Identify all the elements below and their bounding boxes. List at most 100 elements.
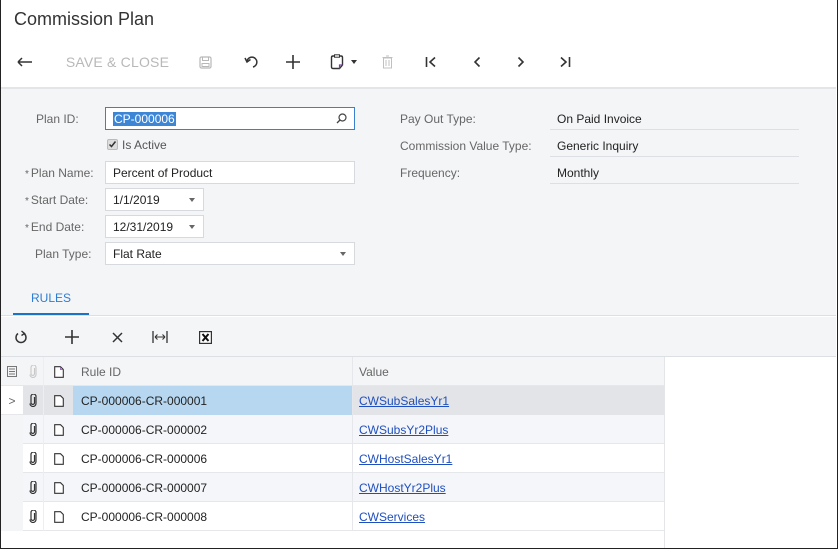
value-cell[interactable]: CWServices [352,502,664,531]
previous-record-icon [473,56,481,68]
trash-icon [382,55,392,69]
note-icon [53,394,64,407]
paperclip-icon [29,365,37,378]
excel-export-icon [198,330,212,344]
close-icon [111,331,123,343]
first-record-icon [425,56,436,68]
plus-icon [65,330,79,344]
plan-type-label: Plan Type: [35,247,92,261]
chevron-down-icon[interactable] [189,198,195,202]
value-link[interactable]: CWSubsYr2Plus [359,423,448,437]
undo-button[interactable] [240,48,262,76]
table-row[interactable]: CP-000006-CR-000006 CWHostSalesYr1 [1,444,664,473]
value-cell[interactable]: CWSubSalesYr1 [352,386,664,415]
end-date-label-text: End Date: [30,220,85,234]
attachment-cell[interactable] [23,415,43,444]
is-active-label: Is Active [122,138,167,152]
chevron-down-icon[interactable] [189,225,195,229]
row-indicator [1,502,23,531]
required-marker: * [25,169,29,180]
note-cell[interactable] [43,473,73,502]
start-date-field[interactable]: 1/1/2019 [105,188,204,211]
note-cell[interactable] [43,415,73,444]
commission-value-type-value: Generic Inquiry [557,139,639,153]
value-link[interactable]: CWSubSalesYr1 [359,394,449,408]
grid-empty-area [664,357,836,548]
value-link[interactable]: CWServices [359,510,425,524]
value-link[interactable]: CWHostYr2Plus [359,481,446,495]
copy-paste-menu[interactable] [326,48,360,76]
end-date-label: * End Date: [25,220,84,234]
table-row[interactable]: CP-000006-CR-000002 CWSubsYr2Plus [1,415,664,444]
plan-id-value: CP-000006 [113,111,176,126]
end-date-field[interactable]: 12/31/2019 [105,215,204,238]
is-active-checkbox[interactable] [107,139,118,150]
note-cell[interactable] [43,444,73,473]
plan-name-value: Percent of Product [113,165,213,180]
note-cell[interactable] [43,386,73,415]
plan-name-field[interactable]: Percent of Product [105,161,355,184]
add-button[interactable] [282,48,304,76]
page-title: Commission Plan [14,9,155,29]
tab-bar: RULES [1,283,836,316]
table-row[interactable]: CP-000006-CR-000007 CWHostYr2Plus [1,473,664,502]
paperclip-icon [29,452,37,465]
note-icon [53,423,64,436]
back-button[interactable] [12,48,38,76]
next-record-icon [517,56,525,68]
row-indicator [1,415,23,444]
attachment-cell[interactable] [23,502,43,531]
value-cell[interactable]: CWHostSalesYr1 [352,444,664,473]
plan-id-field[interactable]: CP-000006 [105,107,355,130]
frequency-label: Frequency: [400,166,461,180]
export-excel-button[interactable] [193,325,217,349]
save-close-button[interactable]: SAVE & CLOSE [60,48,175,76]
note-cell[interactable] [43,502,73,531]
note-icon [53,452,64,465]
previous-record-button[interactable] [466,48,488,76]
rule-id-cell[interactable]: CP-000006-CR-000006 [73,444,352,473]
paperclip-icon [29,481,37,494]
grid-toolbar [1,317,836,357]
next-record-button[interactable] [510,48,532,76]
plan-id-label: Plan ID: [36,112,79,126]
value-cell[interactable]: CWSubsYr2Plus [352,415,664,444]
row-selector-header[interactable] [1,357,23,386]
note-icon [53,481,64,494]
attachment-cell[interactable] [23,386,43,415]
start-date-label-text: Start Date: [30,193,89,207]
search-icon[interactable] [336,113,347,124]
value-link[interactable]: CWHostSalesYr1 [359,452,452,466]
save-button[interactable] [194,48,216,76]
fit-columns-button[interactable] [148,325,172,349]
rule-id-cell[interactable]: CP-000006-CR-000001 [73,386,352,415]
attachment-cell[interactable] [23,473,43,502]
field-underline [550,183,799,184]
plan-type-value: Flat Rate [113,246,162,261]
rule-id-cell[interactable]: CP-000006-CR-000008 [73,502,352,531]
tab-rules[interactable]: RULES [13,283,89,316]
attachment-column-header [23,357,43,386]
back-arrow-icon [17,57,32,67]
value-cell[interactable]: CWHostYr2Plus [352,473,664,502]
clipboard-icon [330,54,343,70]
rule-id-column-header[interactable]: Rule ID [73,357,352,386]
table-row[interactable]: CP-000006-CR-000008 CWServices [1,502,664,531]
value-column-header[interactable]: Value [352,357,664,386]
delete-row-button[interactable] [105,325,129,349]
add-row-button[interactable] [60,325,84,349]
plan-type-select[interactable]: Flat Rate [105,242,355,265]
first-record-button[interactable] [420,48,442,76]
refresh-button[interactable] [9,325,33,349]
plan-name-label: * Plan Name: [25,166,94,180]
rule-id-cell[interactable]: CP-000006-CR-000002 [73,415,352,444]
undo-icon [243,55,258,68]
note-icon [53,510,64,523]
last-record-button[interactable] [554,48,576,76]
note-icon [53,365,64,378]
table-row[interactable]: > CP-000006-CR-000001 CWSubSalesYr1 [1,386,664,415]
rule-id-cell[interactable]: CP-000006-CR-000007 [73,473,352,502]
delete-button[interactable] [378,48,396,76]
attachment-cell[interactable] [23,444,43,473]
field-underline [550,129,799,130]
